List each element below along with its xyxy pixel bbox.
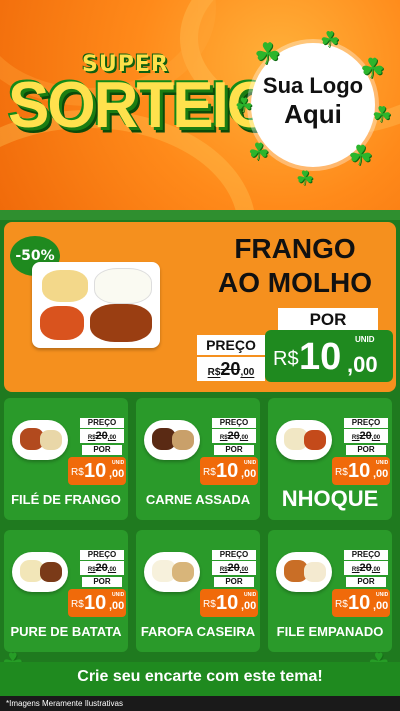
- clover-icon: ☘: [296, 166, 314, 190]
- por-label: POR: [346, 445, 386, 455]
- product-image: [144, 552, 200, 592]
- clover-icon: ☘: [254, 37, 281, 72]
- por-label: POR: [214, 577, 254, 587]
- clover-icon: ☘: [320, 28, 340, 53]
- product-name: CARNE ASSADA: [145, 492, 251, 507]
- old-price: R$20,00: [212, 561, 256, 575]
- clover-icon: ☘: [372, 103, 392, 128]
- food-vegetables: [40, 306, 84, 340]
- new-price: R$ 10,00 UNID: [200, 589, 258, 617]
- product-card: PREÇO R$20,00 POR R$ 10,00 UNID NHOQUE: [268, 398, 392, 520]
- old-price: R$20,00: [80, 561, 124, 575]
- por-label: POR: [214, 445, 254, 455]
- old-price: R$20,00: [344, 429, 388, 443]
- divider-bar: [0, 210, 400, 220]
- product-image: [276, 552, 332, 592]
- product-name: FILÉ DE FRANGO: [11, 492, 121, 507]
- preco-label: PREÇO: [80, 550, 124, 560]
- clover-icon: ☘: [360, 52, 386, 85]
- product-card: PREÇO R$20,00 POR R$ 10,00 UNID PURE DE BATATA: [4, 530, 128, 652]
- product-image: [12, 420, 68, 460]
- disclaimer-text: *Imagens Meramente Ilustrativas: [0, 696, 400, 711]
- product-card: PREÇO R$20,00 POR R$ 10,00 UNID CARNE ASSADA: [136, 398, 260, 520]
- product-name: NHOQUE: [281, 486, 379, 511]
- old-price: R$20,00: [212, 429, 256, 443]
- featured-new-price: R$ 10 ,00 UNID: [265, 330, 393, 382]
- product-card: PREÇO R$20,00 POR R$ 10,00 UNID FAROFA CASEIRA: [136, 530, 260, 652]
- new-price: R$ 10,00 UNID: [68, 589, 126, 617]
- featured-preco-label: PREÇO: [197, 335, 265, 355]
- featured-title-line2: AO MOLHO: [218, 267, 372, 298]
- product-name: FAROFA CASEIRA: [140, 624, 256, 639]
- logo-placeholder-line2: Aqui: [284, 99, 342, 129]
- clover-icon: ☘: [248, 138, 270, 166]
- logo-sorteio-text: SORTEIO: [8, 69, 275, 142]
- clover-icon: ☘: [348, 139, 374, 172]
- preco-label: PREÇO: [212, 550, 256, 560]
- featured-product-image: [32, 262, 160, 348]
- featured-por-label: POR: [278, 308, 378, 332]
- featured-title: FRANGO AO MOLHO: [200, 232, 390, 300]
- old-price: R$20,00: [344, 561, 388, 575]
- featured-old-price: R$20,00: [197, 357, 265, 381]
- product-card: PREÇO R$20,00 POR R$ 10,00 UNID FILE EMPANADO: [268, 530, 392, 652]
- product-image: [276, 420, 332, 460]
- logo-placeholder-line1: Sua Logo: [262, 73, 364, 98]
- new-price: R$ 10,00 UNID: [332, 589, 390, 617]
- featured-title-line1: FRANGO: [234, 233, 356, 264]
- por-label: POR: [82, 445, 122, 455]
- product-name: PURE DE BATATA: [10, 624, 122, 639]
- food-rice: [94, 268, 152, 304]
- preco-label: PREÇO: [344, 550, 388, 560]
- product-image: [144, 420, 200, 460]
- old-price: R$20,00: [80, 429, 124, 443]
- preco-label: PREÇO: [212, 418, 256, 428]
- por-label: POR: [82, 577, 122, 587]
- logo-placeholder: Sua Logo Aqui: [251, 72, 375, 128]
- product-name: FILE EMPANADO: [276, 624, 384, 639]
- food-chicken: [90, 304, 152, 342]
- preco-label: PREÇO: [344, 418, 388, 428]
- new-price: R$ 10,00 UNID: [332, 457, 390, 485]
- new-price: R$ 10,00 UNID: [68, 457, 126, 485]
- product-card: PREÇO R$20,00 POR R$ 10,00 UNID FILÉ DE FRANGO: [4, 398, 128, 520]
- food-pasta: [42, 270, 88, 302]
- footer-cta-text: Crie seu encarte com este tema!: [77, 668, 323, 685]
- new-price: R$ 10,00 UNID: [200, 457, 258, 485]
- product-image: [12, 552, 68, 592]
- preco-label: PREÇO: [80, 418, 124, 428]
- clover-icon: ☘: [235, 93, 253, 117]
- por-label: POR: [346, 577, 386, 587]
